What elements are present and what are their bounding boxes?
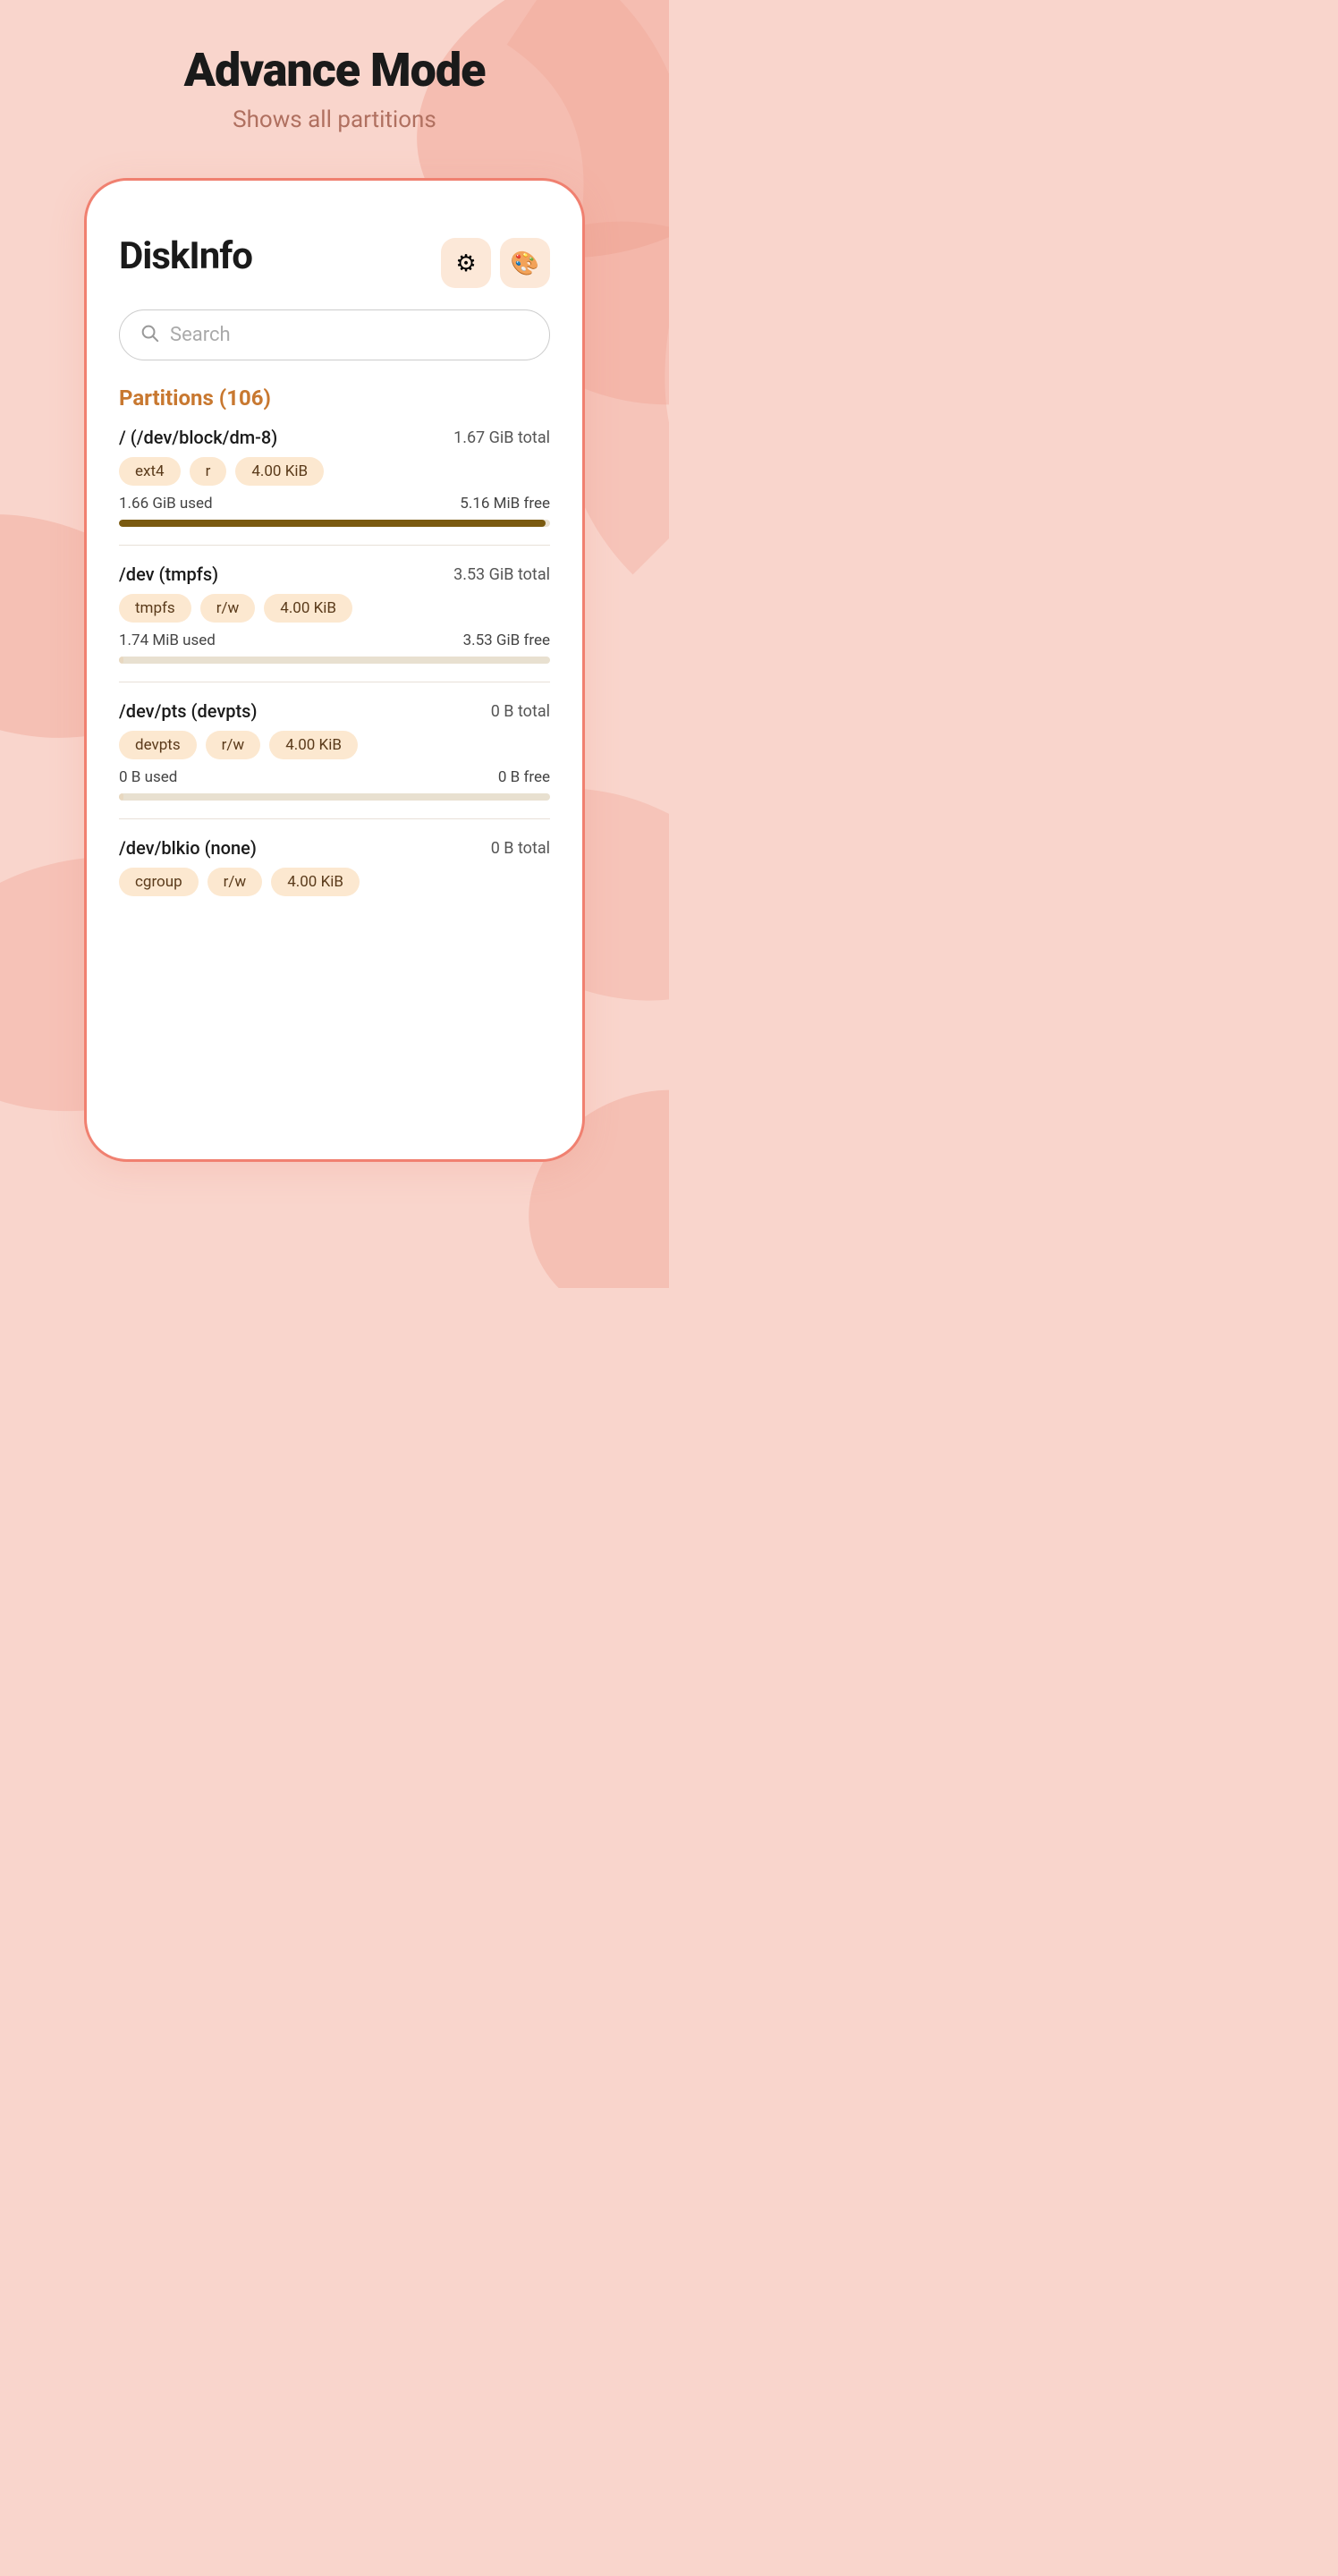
partition-name: /dev/pts (devpts) <box>119 700 257 722</box>
settings-button[interactable]: ⚙ <box>441 238 491 288</box>
partition-total: 0 B total <box>491 702 550 721</box>
partition-tag: 4.00 KiB <box>264 594 352 623</box>
partition-tag: r/w <box>207 868 263 896</box>
search-bar[interactable]: Search <box>119 309 550 360</box>
partition-used: 1.66 GiB used <box>119 495 213 513</box>
partition-used: 0 B used <box>119 768 177 786</box>
partition-free: 5.16 MiB free <box>460 495 550 513</box>
progress-bar-fill <box>119 793 123 801</box>
search-input-placeholder: Search <box>170 324 231 346</box>
partition-tags: cgroup r/w 4.00 KiB <box>119 868 550 896</box>
partition-used: 1.74 MiB used <box>119 631 216 649</box>
partition-tag: r/w <box>206 731 261 759</box>
app-header: DiskInfo ⚙ 🎨 <box>119 234 550 288</box>
partition-total: 1.67 GiB total <box>453 428 550 447</box>
page-header: Advance Mode Shows all partitions <box>148 0 521 160</box>
palette-icon: 🎨 <box>511 250 539 277</box>
phone-frame: DiskInfo ⚙ 🎨 Search Partitions (106) / (… <box>84 178 585 1162</box>
partition-item: /dev/blkio (none) 0 B total cgroup r/w 4.00 … <box>119 837 550 923</box>
partition-tag: ext4 <box>119 457 181 486</box>
progress-bar-fill <box>119 520 546 527</box>
header-buttons: ⚙ 🎨 <box>441 238 550 288</box>
gear-icon: ⚙ <box>455 250 476 277</box>
palette-button[interactable]: 🎨 <box>500 238 550 288</box>
partition-tag: 4.00 KiB <box>271 868 360 896</box>
partition-tags: tmpfs r/w 4.00 KiB <box>119 594 550 623</box>
partition-tags: devpts r/w 4.00 KiB <box>119 731 550 759</box>
partition-tag: 4.00 KiB <box>235 457 324 486</box>
app-title: DiskInfo <box>119 234 252 278</box>
partition-name: /dev (tmpfs) <box>119 564 218 585</box>
progress-bar-bg <box>119 520 550 527</box>
partition-name: / (/dev/block/dm-8) <box>119 427 277 448</box>
progress-bar-bg <box>119 793 550 801</box>
page-title: Advance Mode <box>184 43 486 97</box>
partition-tag: 4.00 KiB <box>269 731 358 759</box>
partition-tag: devpts <box>119 731 197 759</box>
partition-tag: cgroup <box>119 868 199 896</box>
progress-bar-fill <box>119 657 123 664</box>
partition-item: /dev (tmpfs) 3.53 GiB total tmpfs r/w 4.00 K… <box>119 564 550 682</box>
search-icon <box>140 323 159 347</box>
partition-name: /dev/blkio (none) <box>119 837 257 859</box>
partition-total: 3.53 GiB total <box>453 565 550 584</box>
partition-usage-row: 1.66 GiB used 5.16 MiB free <box>119 495 550 513</box>
progress-bar-bg <box>119 657 550 664</box>
partition-tag: r/w <box>200 594 256 623</box>
partition-free: 0 B free <box>498 768 550 786</box>
partition-free: 3.53 GiB free <box>463 631 550 649</box>
partition-usage-row: 1.74 MiB used 3.53 GiB free <box>119 631 550 649</box>
page-subtitle: Shows all partitions <box>184 106 486 133</box>
partition-tag: r <box>190 457 227 486</box>
partition-item: / (/dev/block/dm-8) 1.67 GiB total ext4 r 4.… <box>119 427 550 546</box>
partition-usage-row: 0 B used 0 B free <box>119 768 550 786</box>
section-title: Partitions (106) <box>119 386 550 411</box>
partition-item: /dev/pts (devpts) 0 B total devpts r/w 4.00 … <box>119 700 550 819</box>
partition-list: / (/dev/block/dm-8) 1.67 GiB total ext4 r 4.… <box>119 427 550 923</box>
partition-tag: tmpfs <box>119 594 191 623</box>
partition-total: 0 B total <box>491 839 550 858</box>
partition-tags: ext4 r 4.00 KiB <box>119 457 550 486</box>
